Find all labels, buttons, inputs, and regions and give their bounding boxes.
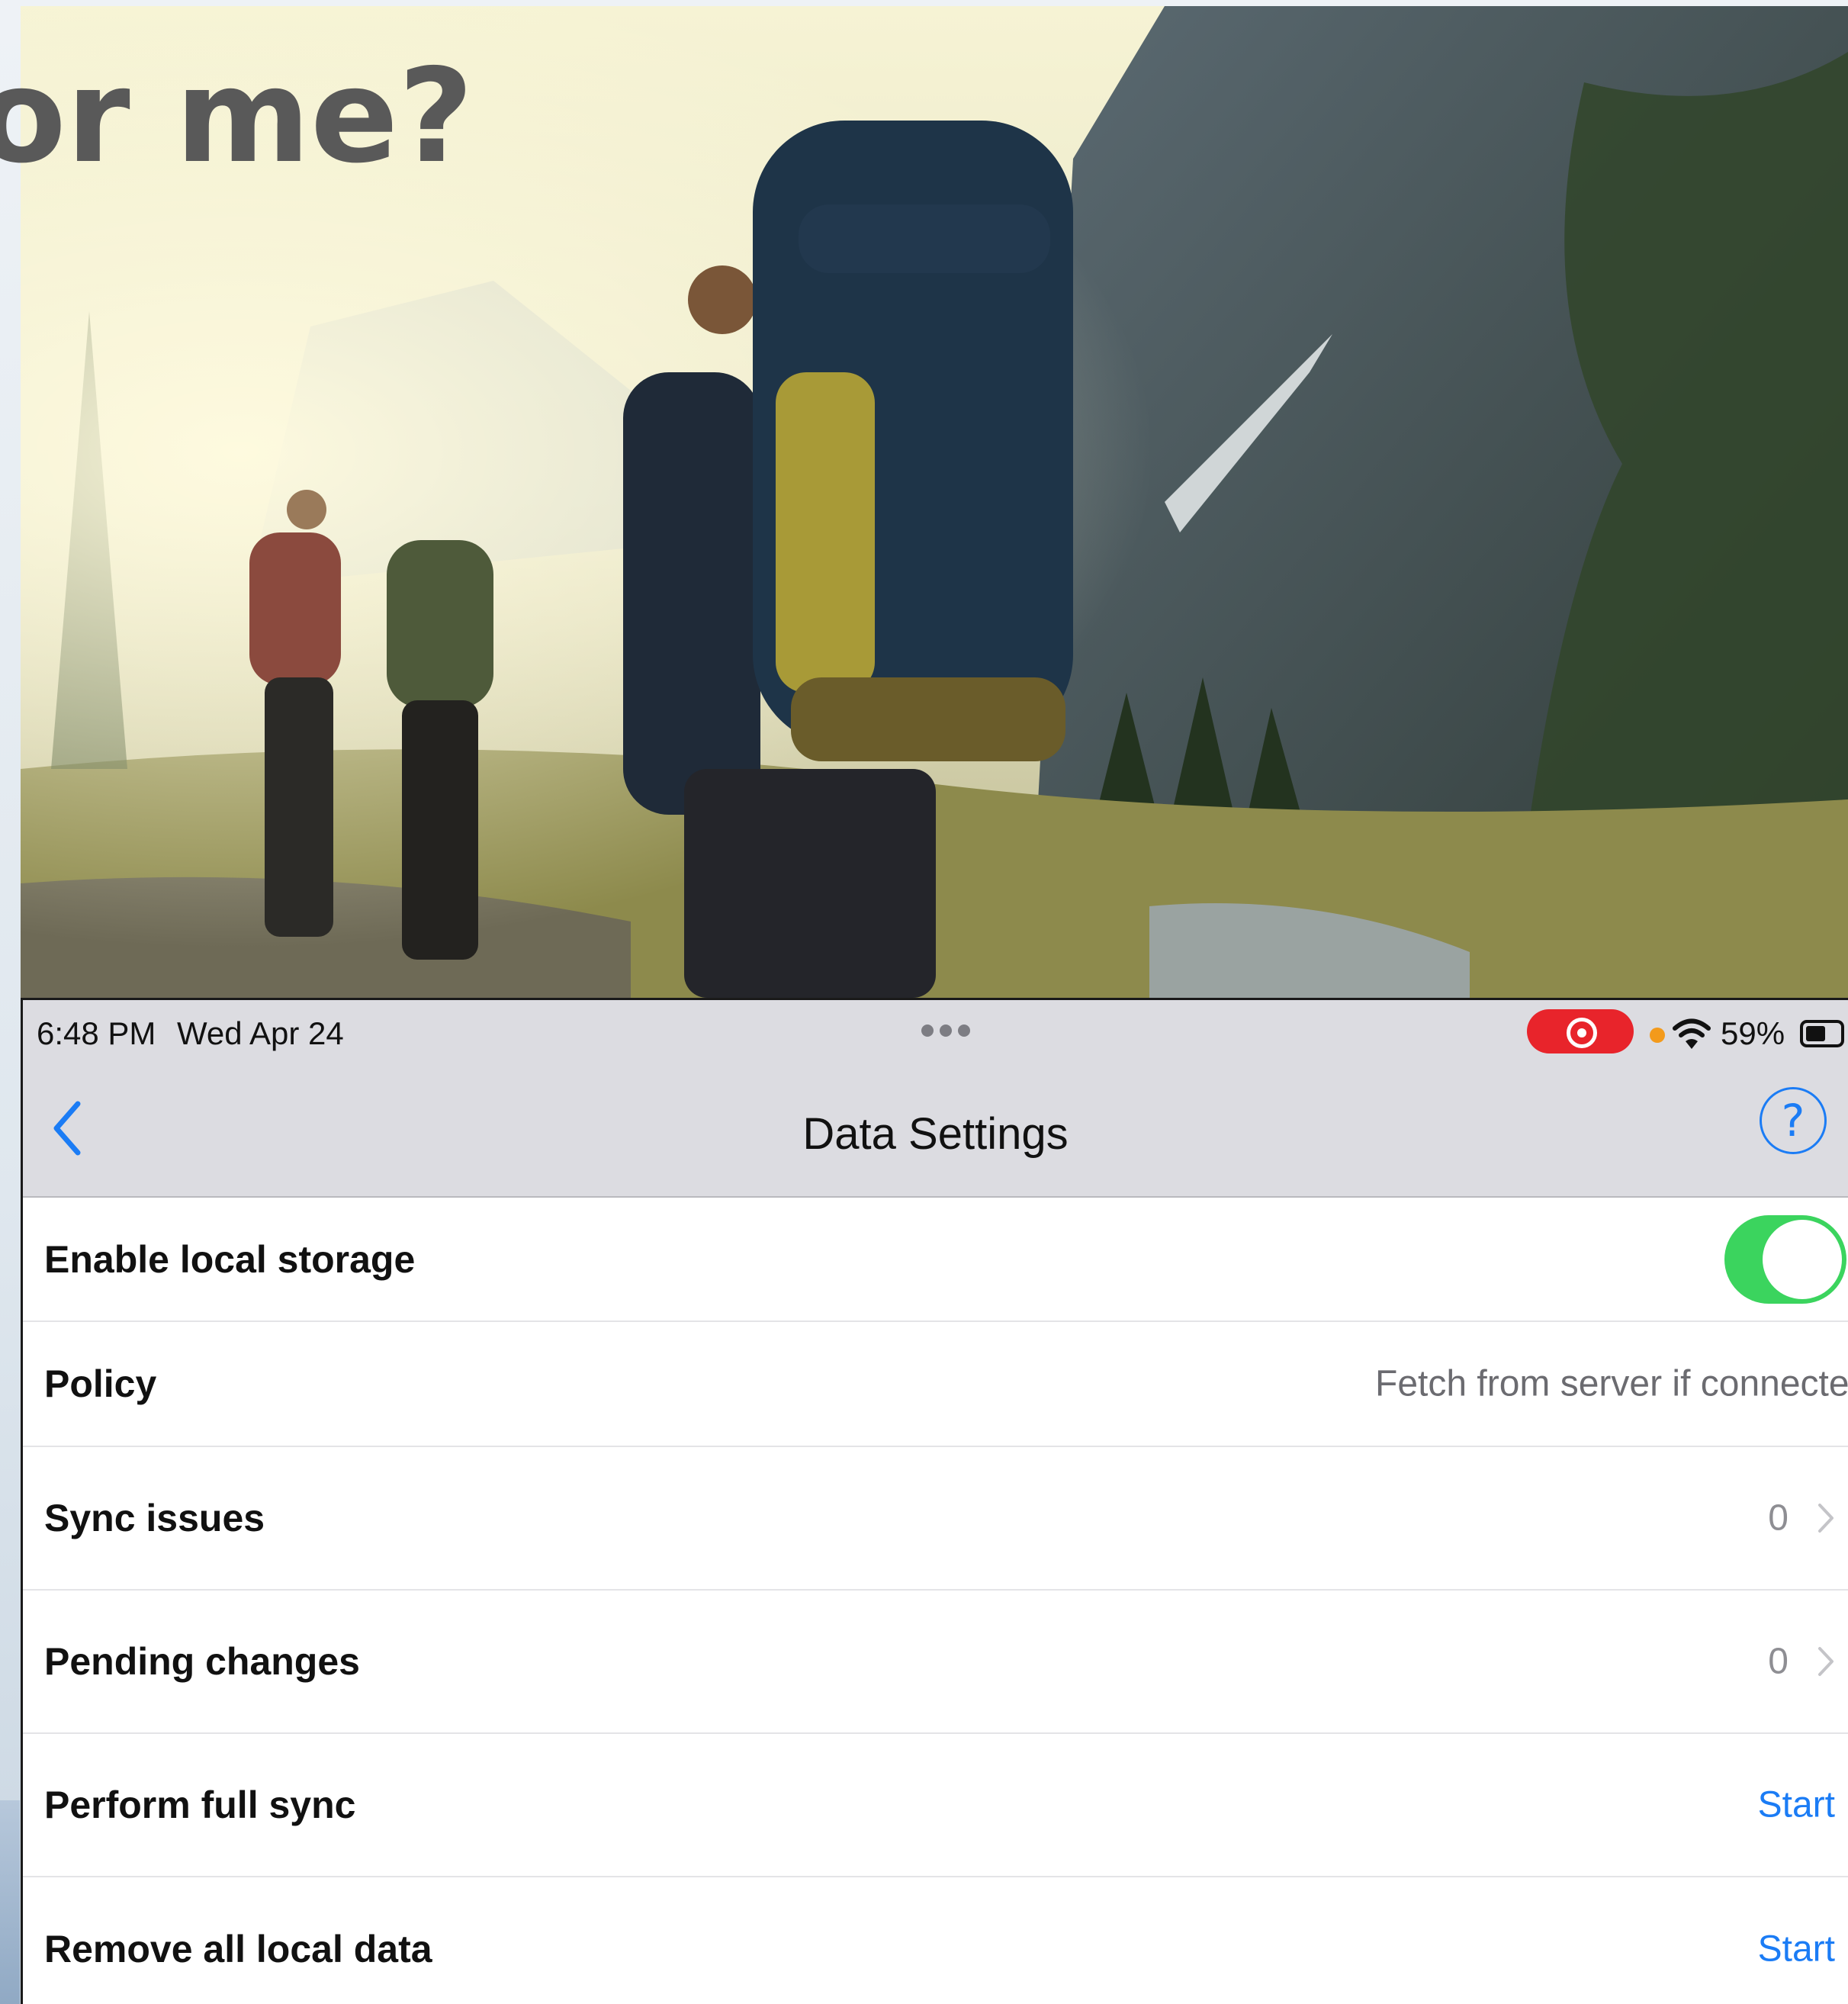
help-button[interactable]: ? <box>1760 1087 1827 1154</box>
screen-recording-indicator[interactable] <box>1527 1009 1634 1053</box>
battery-level-fill <box>1806 1026 1825 1041</box>
battery-percent: 59% <box>1721 1015 1785 1051</box>
remove-local-data-start-button[interactable]: Start <box>1758 1928 1835 1970</box>
status-date: Wed Apr 24 <box>177 1015 344 1051</box>
row-pending-changes[interactable]: Pending changes 0 <box>23 1591 1848 1734</box>
page-title: Data Settings <box>802 1109 1069 1159</box>
ipad-screen: 6:48 PM Wed Apr 24 59% Data Settings ? E… <box>21 998 1848 2004</box>
pending-changes-label: Pending changes <box>44 1640 360 1683</box>
status-bar: 6:48 PM Wed Apr 24 59% <box>23 1000 1848 1069</box>
remove-local-data-label: Remove all local data <box>44 1928 432 1970</box>
status-time: 6:48 PM <box>37 1015 156 1051</box>
enable-local-storage-toggle[interactable] <box>1724 1214 1846 1304</box>
sync-issues-count: 0 <box>1768 1497 1789 1539</box>
pending-changes-count: 0 <box>1768 1641 1789 1682</box>
record-icon <box>1567 1018 1597 1048</box>
chevron-right-icon <box>1818 1504 1834 1533</box>
policy-label: Policy <box>44 1362 157 1405</box>
battery-icon <box>1800 1020 1844 1047</box>
navigation-bar: Data Settings ? <box>23 1069 1848 1198</box>
row-sync-issues[interactable]: Sync issues 0 <box>23 1447 1848 1591</box>
row-perform-full-sync: Perform full sync Start <box>23 1734 1848 1877</box>
row-policy[interactable]: Policy Fetch from server if connected <box>23 1322 1848 1447</box>
settings-list: Enable local storage Policy Fetch from s… <box>23 1198 1848 2004</box>
sync-issues-label: Sync issues <box>44 1497 265 1539</box>
slide-title: or me? <box>0 52 474 182</box>
enable-local-storage-label: Enable local storage <box>44 1237 416 1281</box>
row-remove-local-data: Remove all local data Start <box>23 1877 1848 2004</box>
toggle-knob <box>1763 1219 1842 1299</box>
row-enable-local-storage: Enable local storage <box>23 1198 1848 1322</box>
slide-edge-graphic <box>0 1800 20 2004</box>
wifi-icon <box>1673 1018 1711 1049</box>
perform-full-sync-start-button[interactable]: Start <box>1758 1784 1835 1826</box>
multitasking-dots-icon[interactable] <box>921 1025 970 1037</box>
chevron-right-icon <box>1818 1647 1834 1676</box>
policy-value[interactable]: Fetch from server if connected <box>1375 1363 1848 1405</box>
perform-full-sync-label: Perform full sync <box>44 1784 356 1826</box>
microphone-in-use-dot <box>1650 1028 1665 1043</box>
